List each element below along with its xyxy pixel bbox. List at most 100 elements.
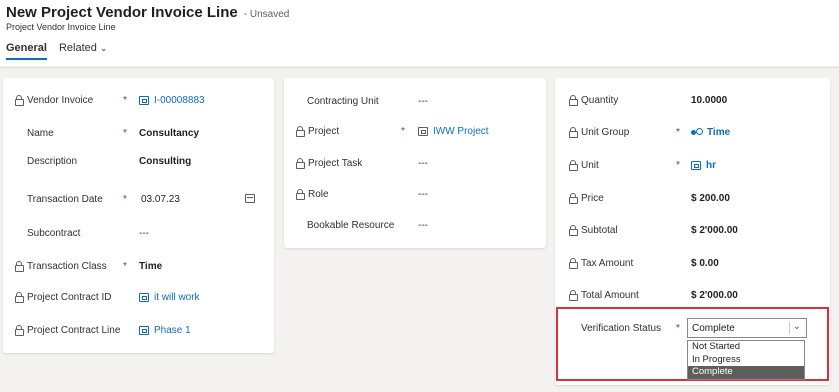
required-marker: * [123,127,127,139]
lock-icon [296,126,305,137]
verification-status-dropdown: Not Started In Progress Complete [687,340,805,380]
lock-icon [569,290,578,301]
field-total-amount: Total Amount $ 2'000.00 [555,283,830,307]
option-in-progress[interactable]: In Progress [688,354,804,367]
project-contract-id-label: Project Contract ID [27,291,112,303]
field-project-contract-id: Project Contract ID it will work [3,285,274,309]
field-quantity: Quantity 10.0000 [555,88,830,112]
unit-entity-icon [691,160,701,170]
unit-group-lookup[interactable]: Time [691,127,730,138]
price-input[interactable]: $ 200.00 [691,193,730,204]
lock-icon [15,325,24,336]
project-lookup[interactable]: IWW Project [418,126,489,137]
field-project-task: Project Task --- [284,151,546,175]
role-label: Role [308,188,329,200]
project-contract-line-value: Phase 1 [154,324,191,336]
field-project-contract-line: Project Contract Line Phase 1 [3,318,274,342]
contracting-unit-lookup[interactable]: --- [418,96,428,107]
lock-icon [296,158,305,169]
vendor-invoice-label: Vendor Invoice [27,94,94,106]
tab-related[interactable]: Related ⌄ [59,42,107,60]
field-description: Description Consulting [3,149,274,173]
project-contract-id-lookup[interactable]: it will work [139,292,200,303]
description-label: Description [27,155,78,167]
subtotal-value: $ 2'000.00 [691,224,738,236]
field-contracting-unit: Contracting Unit --- [284,89,546,113]
bookable-resource-label: Bookable Resource [307,219,395,231]
required-marker: * [401,125,405,137]
total-amount-label: Total Amount [581,289,639,301]
lock-icon [569,225,578,236]
header-divider [0,67,839,68]
required-marker: * [123,193,127,205]
tax-amount-value: $ 0.00 [691,257,719,269]
subcontract-label: Subcontract [27,227,81,239]
field-transaction-class: Transaction Class * Time [3,254,274,278]
lock-icon [569,193,578,204]
contract-line-entity-icon [139,325,149,335]
quantity-label: Quantity [581,94,619,106]
lock-icon [569,160,578,171]
bookable-resource-lookup[interactable]: --- [418,220,428,231]
entity-subtitle: Project Vendor Invoice Line [6,22,116,32]
tab-general[interactable]: General [6,42,47,60]
required-marker: * [123,260,127,272]
role-lookup[interactable]: --- [418,189,428,200]
option-complete[interactable]: Complete [688,366,804,379]
unit-group-value: Time [707,126,731,138]
total-amount-value: $ 2'000.00 [691,289,738,301]
field-name: Name * Consultancy [3,121,274,145]
project-value: IWW Project [433,125,489,137]
form-tabs: General Related ⌄ [6,42,107,60]
project-task-lookup[interactable]: --- [418,158,428,169]
lock-icon [569,127,578,138]
transaction-class-value: Time [139,260,163,272]
field-unit-group: Unit Group * Time [555,120,830,144]
unsaved-status: - Unsaved [243,9,290,20]
name-input[interactable]: Consultancy [139,128,199,139]
lock-icon [569,258,578,269]
subcontract-lookup[interactable]: --- [139,228,149,239]
quantity-input[interactable]: 10.0000 [691,95,727,106]
general-section-middle: Contracting Unit --- Project * IWW Proje… [284,78,546,248]
vendor-invoice-lookup[interactable]: I-00008883 [139,95,205,106]
name-label: Name [27,127,54,139]
field-vendor-invoice: Vendor Invoice * I-00008883 [3,88,274,112]
description-input[interactable]: Consulting [139,156,191,167]
title-row: New Project Vendor Invoice Line - Unsave… [6,4,289,21]
unit-lookup[interactable]: hr [691,160,716,171]
tax-amount-label: Tax Amount [581,257,634,269]
field-subtotal: Subtotal $ 2'000.00 [555,218,830,242]
transaction-date-label: Transaction Date [27,193,103,205]
subtotal-label: Subtotal [581,224,618,236]
project-contract-line-label: Project Contract Line [27,324,121,336]
option-not-started[interactable]: Not Started [688,341,804,354]
calendar-icon[interactable] [245,194,255,203]
field-subcontract: Subcontract --- [3,221,274,245]
vendor-invoice-value: I-00008883 [154,94,205,106]
unit-label: Unit [581,159,599,171]
verification-status-select[interactable]: Complete ⌄ [687,318,807,338]
general-section-left: Vendor Invoice * I-00008883 Name * Consu… [3,78,274,353]
required-marker: * [676,126,680,138]
required-marker: * [676,159,680,171]
field-tax-amount: Tax Amount $ 0.00 [555,251,830,275]
field-transaction-date: Transaction Date * 03.07.23 [3,187,274,211]
project-contract-line-lookup[interactable]: Phase 1 [139,325,191,336]
select-divider [789,322,790,334]
unit-value: hr [706,159,716,171]
project-label: Project [308,125,340,137]
transaction-class-label: Transaction Class [27,260,107,272]
field-role: Role --- [284,182,546,206]
required-marker: * [123,94,127,106]
price-label: Price [581,192,604,204]
lock-icon [296,189,305,200]
tab-general-label: General [6,42,47,54]
chevron-down-icon[interactable]: ⌄ [793,321,801,332]
unit-group-label: Unit Group [581,126,630,138]
transaction-date-input[interactable]: 03.07.23 [141,194,180,205]
lock-icon [15,292,24,303]
page-title: New Project Vendor Invoice Line [6,4,238,21]
field-unit: Unit * hr [555,153,830,177]
field-bookable-resource: Bookable Resource --- [284,213,546,237]
